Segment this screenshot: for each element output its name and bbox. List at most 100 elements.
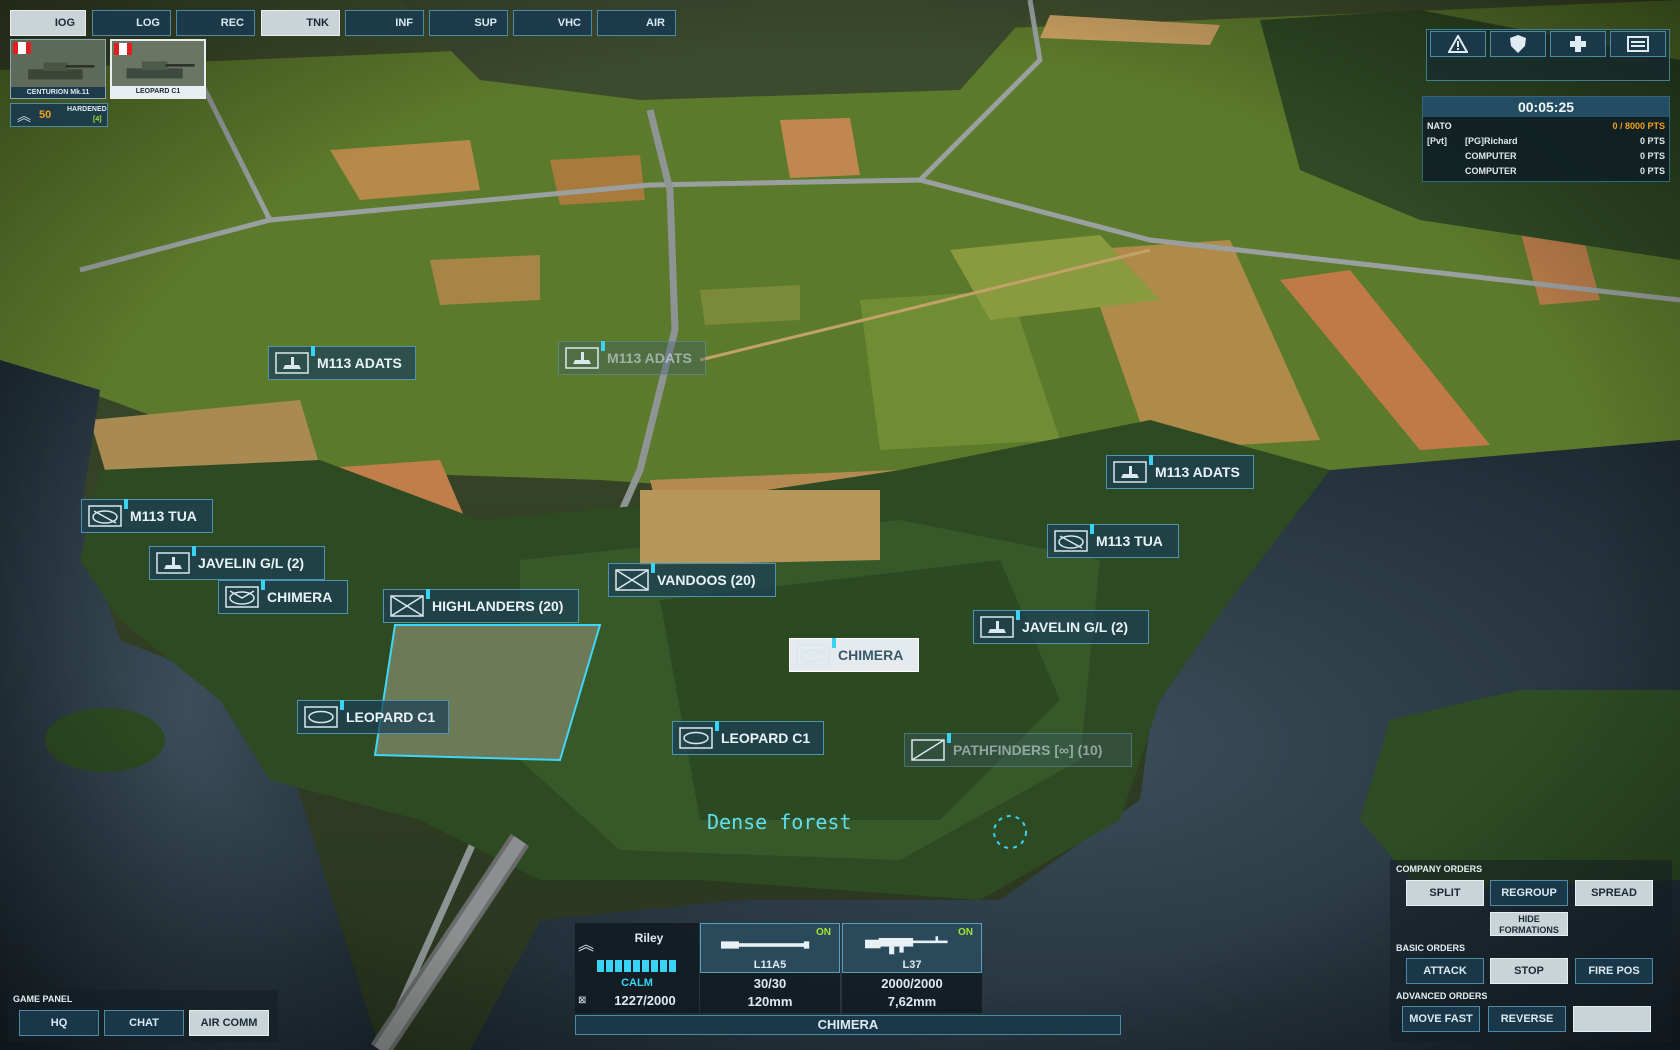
aa-vehicle-icon bbox=[156, 546, 196, 574]
unit-status-pip bbox=[261, 580, 265, 590]
player-rank: [Pvt] bbox=[1427, 136, 1447, 146]
hide-formations-label: HIDE FORMATIONS bbox=[1499, 914, 1559, 935]
unit-label-m113-adats[interactable]: M113 ADATS bbox=[558, 341, 706, 375]
unit-label-text: M113 ADATS bbox=[607, 350, 692, 366]
hp-icon: ⊠ bbox=[578, 995, 587, 1006]
player-row: [Pvt] [PG]Richard 0 PTS bbox=[1427, 136, 1665, 149]
tank-icon bbox=[126, 61, 195, 79]
regroup-button[interactable]: REGROUP bbox=[1490, 880, 1568, 906]
split-button[interactable]: SPLIT bbox=[1406, 880, 1484, 906]
weapon-caliber: 7,62mm bbox=[887, 994, 937, 1009]
tank-icon bbox=[679, 721, 719, 749]
unit-label-pathfinders[interactable]: PATHFINDERS [∞] (10) bbox=[904, 733, 1132, 767]
unit-label-chimera-selected[interactable]: CHIMERA bbox=[789, 638, 919, 672]
unit-status-pip bbox=[715, 721, 719, 731]
unit-label-m113-tua[interactable]: M113 TUA bbox=[1047, 524, 1179, 558]
unit-label-leopard[interactable]: LEOPARD C1 bbox=[297, 700, 449, 734]
chevron-up-icon: ︽ bbox=[17, 108, 31, 124]
game-panel-title: GAME PANEL bbox=[13, 994, 73, 1004]
air-comm-button[interactable]: AIR COMM bbox=[189, 1010, 269, 1036]
alert-button[interactable] bbox=[1430, 31, 1486, 57]
hide-formations-button[interactable]: HIDE FORMATIONS bbox=[1490, 912, 1568, 936]
faction-name: NATO bbox=[1427, 121, 1452, 131]
tab-sup[interactable]: SUP bbox=[429, 10, 508, 36]
unit-label-javelin[interactable]: JAVELIN G/L (2) bbox=[973, 610, 1149, 644]
fire-position-button[interactable]: FIRE POS bbox=[1575, 958, 1653, 984]
weapon-name: L37 bbox=[902, 959, 922, 971]
player-points: 0 PTS bbox=[1639, 136, 1665, 146]
tab-vhc[interactable]: VHC bbox=[513, 10, 592, 36]
selected-unit-name[interactable]: CHIMERA bbox=[575, 1015, 1121, 1035]
unit-label-text: M113 ADATS bbox=[1155, 464, 1240, 480]
tab-inf[interactable]: INF bbox=[345, 10, 424, 36]
unit-status-pip bbox=[832, 638, 836, 648]
move-fast-button[interactable]: MOVE FAST bbox=[1402, 1006, 1480, 1032]
player-points: 0 PTS bbox=[1639, 166, 1665, 176]
unit-info-panel: ︽ Riley CALM ⊠ 1227/2000 ON L11A5 30/30 … bbox=[575, 923, 982, 1013]
player-name: COMPUTER bbox=[1465, 151, 1517, 161]
tab-air[interactable]: AIR bbox=[597, 10, 676, 36]
hq-button[interactable]: HQ bbox=[19, 1010, 99, 1036]
deck-card-leopard[interactable]: LEOPARD C1 bbox=[110, 39, 206, 99]
unit-status-pip bbox=[1016, 610, 1020, 620]
unit-label-javelin[interactable]: JAVELIN G/L (2) bbox=[149, 546, 325, 580]
spread-button[interactable]: SPREAD bbox=[1575, 880, 1653, 906]
weapon-name: L11A5 bbox=[753, 959, 787, 971]
attack-button[interactable]: ATTACK bbox=[1406, 958, 1484, 984]
keyboard-icon bbox=[1627, 36, 1649, 52]
weapon-slot-machine-gun[interactable]: ON L37 2000/2000 7,62mm bbox=[842, 923, 982, 1013]
recon-infantry-icon bbox=[911, 733, 951, 761]
unit-label-leopard[interactable]: LEOPARD C1 bbox=[672, 721, 824, 755]
atgm-vehicle-icon bbox=[1054, 524, 1094, 552]
unit-label-chimera[interactable]: CHIMERA bbox=[218, 580, 348, 614]
tab-iog[interactable]: IOG bbox=[10, 10, 86, 36]
chat-button[interactable]: CHAT bbox=[104, 1010, 184, 1036]
stop-button[interactable]: STOP bbox=[1490, 958, 1568, 984]
unit-status-pip bbox=[340, 700, 344, 710]
unit-label-text: HIGHLANDERS (20) bbox=[432, 598, 564, 614]
veterancy-value: 50 bbox=[39, 109, 52, 121]
unit-label-text: M113 TUA bbox=[130, 508, 197, 524]
tab-tnk[interactable]: TNK bbox=[261, 10, 340, 36]
unit-label-vandoos[interactable]: VANDOOS (20) bbox=[608, 563, 776, 597]
keyboard-button[interactable] bbox=[1610, 31, 1666, 57]
player-name: COMPUTER bbox=[1465, 166, 1517, 176]
player-name: [PG]Richard bbox=[1465, 136, 1518, 146]
unit-label-highlanders[interactable]: HIGHLANDERS (20) bbox=[383, 589, 579, 623]
warning-icon bbox=[1447, 33, 1469, 53]
tank-icon bbox=[28, 62, 95, 80]
veterancy-label: HARDENED bbox=[67, 106, 107, 113]
unit-label-text: VANDOOS (20) bbox=[657, 572, 756, 588]
advanced-orders-title: ADVANCED ORDERS bbox=[1396, 991, 1488, 1001]
morale-status: CALM bbox=[621, 977, 653, 989]
weapon-icon-box: ON L37 bbox=[842, 923, 982, 973]
unit-status-pip bbox=[651, 563, 655, 573]
rank-chevron-icon: ︽ bbox=[578, 937, 595, 954]
shield-icon bbox=[1510, 35, 1526, 53]
player-row: COMPUTER 0 PTS bbox=[1427, 166, 1665, 179]
deck-card-centurion[interactable]: CENTURION Mk.11 bbox=[10, 39, 106, 99]
basic-orders-title: BASIC ORDERS bbox=[1396, 943, 1466, 953]
unit-label-m113-tua[interactable]: M113 TUA bbox=[81, 499, 213, 533]
cannon-icon bbox=[721, 941, 810, 949]
unit-label-m113-adats[interactable]: M113 ADATS bbox=[1106, 455, 1254, 489]
reverse-button[interactable]: REVERSE bbox=[1488, 1006, 1566, 1032]
unit-label-text: PATHFINDERS [∞] (10) bbox=[953, 742, 1103, 758]
aa-vehicle-icon bbox=[1113, 455, 1153, 483]
commander-block: ︽ Riley CALM ⊠ 1227/2000 bbox=[575, 923, 699, 1013]
tab-log[interactable]: LOG bbox=[92, 10, 171, 36]
weapon-status: ON bbox=[816, 927, 831, 938]
empty-order-slot[interactable] bbox=[1573, 1006, 1651, 1032]
unit-label-text: JAVELIN G/L (2) bbox=[1022, 619, 1129, 635]
weapon-slot-main-gun[interactable]: ON L11A5 30/30 120mm bbox=[700, 923, 840, 1013]
player-points: 0 PTS bbox=[1639, 151, 1665, 161]
medic-button[interactable] bbox=[1550, 31, 1606, 57]
unit-label-m113-adats[interactable]: M113 ADATS bbox=[268, 346, 416, 380]
veterancy-badge: ︽ 50 HARDENED [4] bbox=[10, 103, 108, 127]
defense-button[interactable] bbox=[1490, 31, 1546, 57]
tab-rec[interactable]: REC bbox=[176, 10, 255, 36]
infantry-icon bbox=[390, 589, 430, 617]
veterancy-count: [4] bbox=[93, 116, 102, 123]
unit-status-pip bbox=[311, 346, 315, 356]
unit-status-pip bbox=[124, 499, 128, 509]
